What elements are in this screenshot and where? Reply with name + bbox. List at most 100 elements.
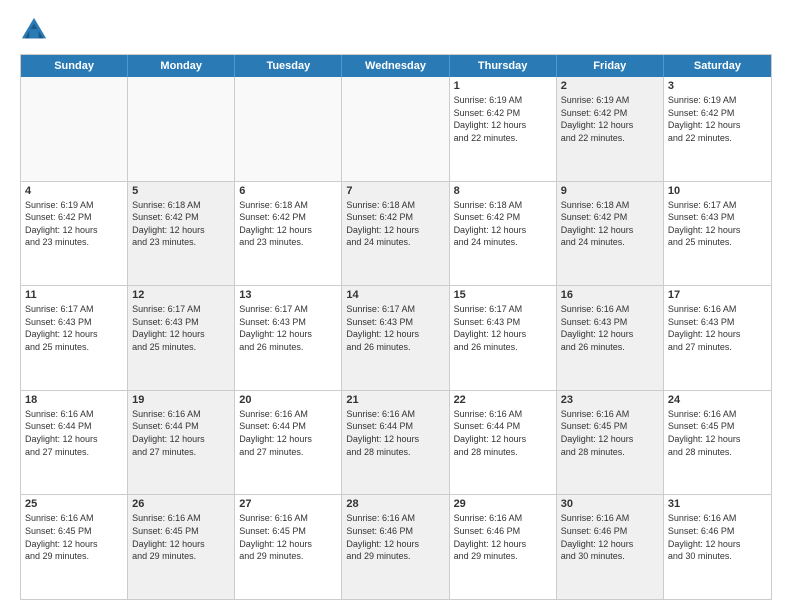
calendar-week-2: 4 Sunrise: 6:19 AM Sunset: 6:42 PM Daylig… [21,182,771,287]
day-info: Sunrise: 6:16 AM Sunset: 6:46 PM Dayligh… [346,512,444,562]
day-number: 3 [668,80,767,92]
calendar-week-5: 25 Sunrise: 6:16 AM Sunset: 6:45 PM Dayli… [21,495,771,599]
day-info: Sunrise: 6:16 AM Sunset: 6:44 PM Dayligh… [239,408,337,458]
day-info: Sunrise: 6:16 AM Sunset: 6:46 PM Dayligh… [668,512,767,562]
day-info: Sunrise: 6:16 AM Sunset: 6:44 PM Dayligh… [25,408,123,458]
day-cell-20: 20 Sunrise: 6:16 AM Sunset: 6:44 PM Dayli… [235,391,342,495]
day-number: 1 [454,80,552,92]
day-number: 2 [561,80,659,92]
page: SundayMondayTuesdayWednesdayThursdayFrid… [0,0,792,612]
day-cell-3: 3 Sunrise: 6:19 AM Sunset: 6:42 PM Daylig… [664,77,771,181]
day-number: 8 [454,185,552,197]
empty-cell [342,77,449,181]
day-cell-27: 27Sunrise: 6:16 AM Sunset: 6:45 PM Dayli… [235,495,342,599]
day-cell-13: 13 Sunrise: 6:17 AM Sunset: 6:43 PM Dayli… [235,286,342,390]
day-info: Sunrise: 6:18 AM Sunset: 6:42 PM Dayligh… [239,199,337,249]
header [20,16,772,44]
day-info: Sunrise: 6:19 AM Sunset: 6:42 PM Dayligh… [25,199,123,249]
day-number: 5 [132,185,230,197]
day-cell-5: 5 Sunrise: 6:18 AM Sunset: 6:42 PM Daylig… [128,182,235,286]
day-info: Sunrise: 6:18 AM Sunset: 6:42 PM Dayligh… [132,199,230,249]
day-info: Sunrise: 6:19 AM Sunset: 6:42 PM Dayligh… [561,94,659,144]
calendar-body: 1 Sunrise: 6:19 AM Sunset: 6:42 PM Daylig… [21,77,771,599]
day-info: Sunrise: 6:17 AM Sunset: 6:43 PM Dayligh… [132,303,230,353]
calendar-week-4: 18Sunrise: 6:16 AM Sunset: 6:44 PM Dayli… [21,391,771,496]
day-cell-26: 26 Sunrise: 6:16 AM Sunset: 6:45 PM Dayli… [128,495,235,599]
day-cell-2: 2 Sunrise: 6:19 AM Sunset: 6:42 PM Daylig… [557,77,664,181]
day-info: Sunrise: 6:19 AM Sunset: 6:42 PM Dayligh… [454,94,552,144]
day-cell-18: 18Sunrise: 6:16 AM Sunset: 6:44 PM Dayli… [21,391,128,495]
day-info: Sunrise: 6:16 AM Sunset: 6:45 PM Dayligh… [239,512,337,562]
day-cell-7: 7 Sunrise: 6:18 AM Sunset: 6:42 PM Daylig… [342,182,449,286]
day-number: 22 [454,394,552,406]
day-number: 16 [561,289,659,301]
day-info: Sunrise: 6:16 AM Sunset: 6:45 PM Dayligh… [561,408,659,458]
day-number: 11 [25,289,123,301]
day-info: Sunrise: 6:17 AM Sunset: 6:43 PM Dayligh… [25,303,123,353]
day-info: Sunrise: 6:16 AM Sunset: 6:44 PM Dayligh… [454,408,552,458]
calendar-week-1: 1 Sunrise: 6:19 AM Sunset: 6:42 PM Daylig… [21,77,771,182]
day-cell-15: 15 Sunrise: 6:17 AM Sunset: 6:43 PM Dayli… [450,286,557,390]
empty-cell [235,77,342,181]
day-number: 20 [239,394,337,406]
day-number: 10 [668,185,767,197]
day-number: 29 [454,498,552,510]
day-number: 23 [561,394,659,406]
day-info: Sunrise: 6:16 AM Sunset: 6:45 PM Dayligh… [25,512,123,562]
day-info: Sunrise: 6:16 AM Sunset: 6:43 PM Dayligh… [561,303,659,353]
day-number: 28 [346,498,444,510]
calendar-header: SundayMondayTuesdayWednesdayThursdayFrid… [21,55,771,77]
day-cell-12: 12 Sunrise: 6:17 AM Sunset: 6:43 PM Dayli… [128,286,235,390]
day-cell-23: 23 Sunrise: 6:16 AM Sunset: 6:45 PM Dayli… [557,391,664,495]
day-info: Sunrise: 6:16 AM Sunset: 6:46 PM Dayligh… [561,512,659,562]
header-day-monday: Monday [128,55,235,77]
day-cell-6: 6Sunrise: 6:18 AM Sunset: 6:42 PM Daylig… [235,182,342,286]
day-number: 12 [132,289,230,301]
day-info: Sunrise: 6:18 AM Sunset: 6:42 PM Dayligh… [454,199,552,249]
day-info: Sunrise: 6:16 AM Sunset: 6:44 PM Dayligh… [132,408,230,458]
header-day-friday: Friday [557,55,664,77]
day-number: 24 [668,394,767,406]
empty-cell [128,77,235,181]
day-info: Sunrise: 6:17 AM Sunset: 6:43 PM Dayligh… [239,303,337,353]
day-info: Sunrise: 6:19 AM Sunset: 6:42 PM Dayligh… [668,94,767,144]
day-cell-19: 19 Sunrise: 6:16 AM Sunset: 6:44 PM Dayli… [128,391,235,495]
day-number: 17 [668,289,767,301]
day-info: Sunrise: 6:16 AM Sunset: 6:46 PM Dayligh… [454,512,552,562]
calendar: SundayMondayTuesdayWednesdayThursdayFrid… [20,54,772,600]
logo-icon [20,16,48,44]
day-info: Sunrise: 6:16 AM Sunset: 6:43 PM Dayligh… [668,303,767,353]
day-number: 4 [25,185,123,197]
day-cell-30: 30Sunrise: 6:16 AM Sunset: 6:46 PM Dayli… [557,495,664,599]
day-info: Sunrise: 6:16 AM Sunset: 6:45 PM Dayligh… [132,512,230,562]
header-day-wednesday: Wednesday [342,55,449,77]
day-number: 7 [346,185,444,197]
day-number: 21 [346,394,444,406]
day-number: 14 [346,289,444,301]
empty-cell [21,77,128,181]
day-cell-8: 8 Sunrise: 6:18 AM Sunset: 6:42 PM Daylig… [450,182,557,286]
day-number: 13 [239,289,337,301]
day-cell-9: 9Sunrise: 6:18 AM Sunset: 6:42 PM Daylig… [557,182,664,286]
calendar-week-3: 11 Sunrise: 6:17 AM Sunset: 6:43 PM Dayli… [21,286,771,391]
day-number: 31 [668,498,767,510]
header-day-sunday: Sunday [21,55,128,77]
logo [20,16,52,44]
day-number: 19 [132,394,230,406]
day-info: Sunrise: 6:16 AM Sunset: 6:44 PM Dayligh… [346,408,444,458]
day-cell-31: 31 Sunrise: 6:16 AM Sunset: 6:46 PM Dayli… [664,495,771,599]
day-cell-1: 1 Sunrise: 6:19 AM Sunset: 6:42 PM Daylig… [450,77,557,181]
day-cell-11: 11 Sunrise: 6:17 AM Sunset: 6:43 PM Dayli… [21,286,128,390]
day-cell-4: 4 Sunrise: 6:19 AM Sunset: 6:42 PM Daylig… [21,182,128,286]
day-number: 26 [132,498,230,510]
header-day-saturday: Saturday [664,55,771,77]
day-info: Sunrise: 6:17 AM Sunset: 6:43 PM Dayligh… [454,303,552,353]
day-number: 15 [454,289,552,301]
day-cell-21: 21 Sunrise: 6:16 AM Sunset: 6:44 PM Dayli… [342,391,449,495]
day-cell-14: 14Sunrise: 6:17 AM Sunset: 6:43 PM Dayli… [342,286,449,390]
day-cell-29: 29 Sunrise: 6:16 AM Sunset: 6:46 PM Dayli… [450,495,557,599]
day-info: Sunrise: 6:18 AM Sunset: 6:42 PM Dayligh… [346,199,444,249]
day-cell-10: 10Sunrise: 6:17 AM Sunset: 6:43 PM Dayli… [664,182,771,286]
day-number: 25 [25,498,123,510]
day-number: 9 [561,185,659,197]
